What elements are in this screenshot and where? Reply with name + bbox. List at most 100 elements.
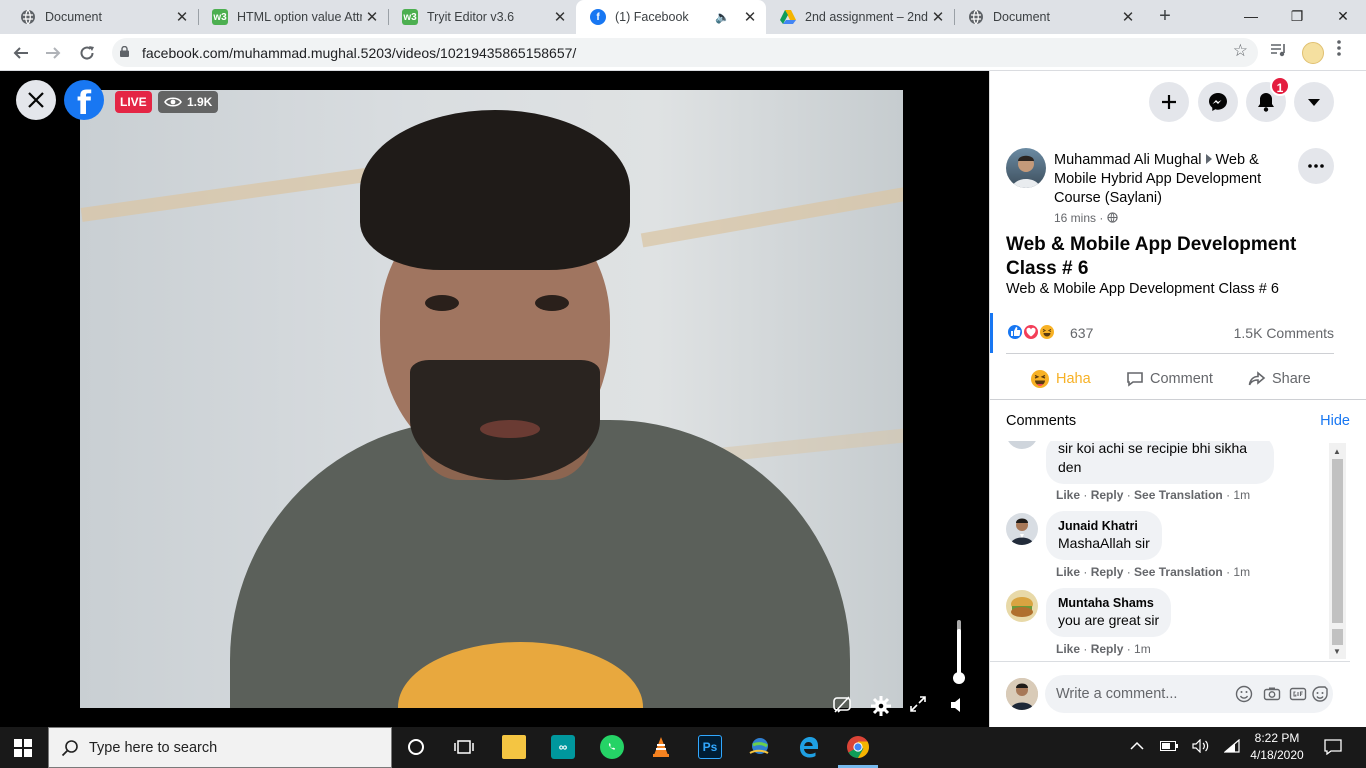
- comment-button[interactable]: Comment: [1126, 367, 1213, 391]
- post-options-button[interactable]: [1298, 148, 1334, 184]
- action-center-icon[interactable]: [1324, 739, 1342, 758]
- whatsapp-icon[interactable]: [600, 735, 624, 759]
- file-explorer-icon[interactable]: [502, 735, 526, 759]
- browser-menu-icon[interactable]: [1337, 40, 1347, 56]
- comment-composer[interactable]: [1045, 675, 1333, 713]
- comment-bubble: sir koi achi se recipie bhi sikha den: [1046, 441, 1274, 484]
- wifi-icon[interactable]: [1223, 738, 1240, 756]
- network-globe-icon[interactable]: [747, 735, 771, 759]
- close-window-button[interactable]: ✕: [1320, 0, 1366, 34]
- show-hidden-icons-chevron-icon[interactable]: [1130, 739, 1144, 754]
- share-button[interactable]: Share: [1248, 367, 1311, 391]
- like-link[interactable]: Like: [1056, 488, 1080, 502]
- tab-title: Tryit Editor v3.6: [427, 10, 515, 24]
- tab-title: Document: [993, 10, 1050, 24]
- clock-time: 8:22 PM: [1254, 731, 1300, 745]
- messenger-button[interactable]: [1198, 82, 1238, 122]
- cortana-icon[interactable]: [404, 735, 428, 759]
- scrollbar-thumb-secondary[interactable]: [1332, 629, 1343, 645]
- edge-browser-icon[interactable]: [796, 735, 820, 759]
- like-link[interactable]: Like: [1056, 565, 1080, 579]
- author-name[interactable]: Muhammad Ali Mughal: [1054, 152, 1202, 168]
- scroll-down-arrow-icon[interactable]: ▼: [1333, 647, 1341, 656]
- see-translation-link[interactable]: See Translation: [1134, 565, 1223, 579]
- audio-playing-icon[interactable]: 🔈: [715, 10, 730, 24]
- video-player[interactable]: [0, 71, 989, 727]
- see-translation-link[interactable]: See Translation: [1134, 488, 1223, 502]
- fullscreen-icon[interactable]: [909, 695, 931, 717]
- taskbar-search-box[interactable]: Type here to search: [48, 727, 392, 768]
- reaction-count: 637: [1070, 325, 1094, 341]
- hide-comments-link[interactable]: Hide: [1320, 413, 1350, 429]
- close-tab-icon[interactable]: ✕: [172, 8, 192, 26]
- forward-button[interactable]: [40, 40, 66, 66]
- reload-button[interactable]: [74, 40, 100, 66]
- chrome-icon[interactable]: [846, 735, 870, 759]
- comments-scrollbar[interactable]: ▲ ▼: [1329, 443, 1346, 659]
- reply-link[interactable]: Reply: [1091, 642, 1124, 656]
- photoshop-icon[interactable]: Ps: [698, 735, 722, 759]
- address-bar[interactable]: facebook.com/muhammad.mughal.5203/videos…: [112, 38, 1258, 67]
- current-user-avatar[interactable]: [1006, 678, 1038, 710]
- sticker-icon[interactable]: [1311, 685, 1329, 703]
- settings-gear-icon[interactable]: [870, 695, 892, 717]
- commenter-avatar[interactable]: [1006, 513, 1038, 545]
- media-control-icon[interactable]: [1270, 42, 1288, 63]
- camera-icon[interactable]: [1263, 685, 1281, 703]
- task-view-icon[interactable]: [452, 735, 476, 759]
- close-tab-icon[interactable]: ✕: [362, 8, 382, 26]
- comments-heading: Comments: [1006, 413, 1077, 429]
- tab-html-option[interactable]: w3 HTML option value Attr ✕: [198, 0, 388, 34]
- speaker-volume-icon[interactable]: [1192, 738, 1210, 756]
- tab-facebook[interactable]: f (1) Facebook 🔈 ✕: [576, 0, 766, 34]
- scrollbar-thumb[interactable]: [1332, 459, 1343, 623]
- create-button[interactable]: [1149, 82, 1189, 122]
- system-clock[interactable]: 8:22 PM 4/18/2020: [1248, 730, 1306, 764]
- account-menu-button[interactable]: [1294, 82, 1334, 122]
- tab-document-1[interactable]: Document ✕: [6, 0, 198, 34]
- facebook-logo[interactable]: f: [64, 80, 104, 120]
- windows-start-icon[interactable]: [14, 739, 32, 757]
- commenter-name[interactable]: Muntaha Shams: [1058, 595, 1159, 611]
- like-link[interactable]: Like: [1056, 642, 1080, 656]
- write-comment-input[interactable]: [1045, 675, 1225, 713]
- scroll-up-arrow-icon[interactable]: ▲: [1333, 447, 1341, 456]
- tab-tryit-editor[interactable]: w3 Tryit Editor v3.6 ✕: [388, 0, 576, 34]
- close-video-button[interactable]: [16, 80, 56, 120]
- commenter-avatar[interactable]: [1006, 590, 1038, 622]
- arduino-icon[interactable]: ∞: [551, 735, 575, 759]
- volume-speaker-icon[interactable]: [948, 695, 970, 717]
- new-tab-button[interactable]: +: [1152, 4, 1178, 30]
- reply-link[interactable]: Reply: [1091, 565, 1124, 579]
- tab-2nd-assignment[interactable]: 2nd assignment – 2nd a ✕: [766, 0, 954, 34]
- gif-icon[interactable]: [1289, 685, 1307, 703]
- haha-reaction-button[interactable]: Haha: [1030, 367, 1091, 391]
- minimize-button[interactable]: —: [1228, 0, 1274, 34]
- close-tab-icon[interactable]: ✕: [740, 8, 760, 26]
- comment-time[interactable]: 1m: [1233, 565, 1250, 579]
- maximize-button[interactable]: ❐: [1274, 0, 1320, 34]
- author-avatar[interactable]: [1006, 148, 1046, 188]
- battery-icon[interactable]: [1160, 739, 1178, 754]
- captions-off-icon[interactable]: [832, 695, 854, 717]
- emoji-icon[interactable]: [1235, 685, 1253, 703]
- volume-knob[interactable]: [953, 672, 965, 684]
- reply-link[interactable]: Reply: [1091, 488, 1124, 502]
- reactions-summary[interactable]: 637 1.5K Comments: [1006, 321, 1334, 345]
- volume-slider[interactable]: [957, 620, 961, 678]
- profile-avatar[interactable]: [1302, 42, 1324, 64]
- comment-time[interactable]: 1m: [1233, 488, 1250, 502]
- back-button[interactable]: [8, 40, 34, 66]
- commenter-avatar[interactable]: [1006, 441, 1038, 449]
- post-timestamp[interactable]: 16 mins ·: [1054, 211, 1103, 225]
- close-tab-icon[interactable]: ✕: [1118, 8, 1138, 26]
- close-tab-icon[interactable]: ✕: [928, 8, 948, 26]
- close-tab-icon[interactable]: ✕: [550, 8, 570, 26]
- comment-time[interactable]: 1m: [1134, 642, 1151, 656]
- vlc-icon[interactable]: [649, 735, 673, 759]
- tab-document-2[interactable]: Document ✕: [954, 0, 1144, 34]
- globe-icon: [20, 9, 36, 25]
- commenter-name[interactable]: Junaid Khatri: [1058, 518, 1150, 534]
- comment-count-link[interactable]: 1.5K Comments: [1234, 325, 1334, 341]
- bookmark-star-icon[interactable]: ☆: [1233, 41, 1248, 61]
